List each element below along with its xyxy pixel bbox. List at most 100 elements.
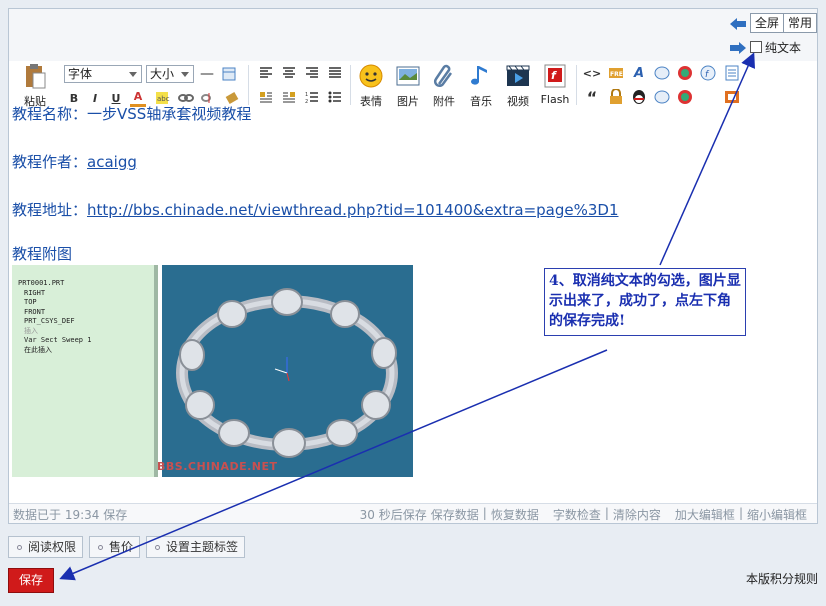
attachment-label: 附件 [433, 95, 455, 108]
code-icon[interactable]: <> [583, 65, 601, 81]
svg-text:abc: abc [157, 95, 170, 103]
attachment-icon[interactable] [431, 63, 457, 89]
font-style-icon[interactable]: A [630, 65, 648, 81]
editor-toolbar: 粘贴 字体 大小 — B I U A abc 12 表情 图片 附件 音乐 视频 [9, 61, 817, 109]
tutorial-url-label: 教程地址： [12, 201, 88, 219]
custom-tag-icon-1[interactable] [653, 65, 671, 81]
font-select-value: 字体 [68, 67, 93, 81]
instruction-callout: 4、取消纯文本的勾选，图片显示出来了，成功了，点左下角的保存完成! [544, 268, 746, 336]
template-icon[interactable] [723, 89, 741, 105]
model-tree-item: FRONT [24, 308, 46, 316]
svg-text:2: 2 [305, 99, 308, 103]
font-family-select[interactable]: 字体 [64, 65, 142, 83]
plain-text-checkbox[interactable] [750, 41, 762, 53]
chevron-down-icon [129, 72, 137, 77]
flash-label: Flash [540, 93, 570, 106]
tutorial-image-heading: 教程附图 [12, 245, 73, 263]
attached-image[interactable]: PRT0001.PRT RIGHT TOP FRONT PRT_CSYS_DEF… [12, 265, 413, 477]
toolbar-divider [248, 65, 249, 105]
bearing-cage-render [176, 288, 398, 458]
model-viewport: BBS.CHINADE.NET [157, 265, 413, 477]
save-data-link[interactable]: 保存数据 [431, 506, 479, 523]
music-icon[interactable] [468, 63, 494, 89]
align-center-icon[interactable] [281, 65, 297, 81]
flash-mini-icon[interactable]: f [699, 65, 717, 81]
topic-tags-label: 设置主题标签 [166, 540, 239, 554]
svg-text:FREE: FREE [610, 71, 624, 78]
horizontal-rule-icon[interactable]: — [200, 65, 214, 83]
table-icon[interactable] [221, 65, 237, 83]
emotion-label: 表情 [360, 95, 382, 108]
tutorial-author-link[interactable]: acaigg [87, 153, 137, 171]
chevron-down-icon [181, 72, 189, 77]
plain-text-toggle[interactable]: 纯文本 [750, 39, 801, 55]
model-tree-item: PRT_CSYS_DEF [24, 317, 75, 325]
video-icon[interactable] [505, 63, 531, 89]
tutorial-author-line: 教程作者：acaigg [12, 151, 137, 172]
read-permission-label: 阅读权限 [28, 540, 77, 554]
tutorial-name-value: 一步VSS轴承套视频教程 [87, 105, 252, 123]
document-icon[interactable] [723, 65, 741, 81]
read-permission-button[interactable]: 阅读权限 [8, 536, 84, 558]
model-tree-item: TOP [24, 298, 37, 306]
enlarge-editor-link[interactable]: 加大编辑框 [675, 506, 735, 523]
unordered-list-icon[interactable] [327, 89, 343, 105]
restore-data-link[interactable]: 恢复数据 [491, 506, 539, 523]
undo-arrow-icon[interactable] [729, 17, 747, 31]
bullet-icon [17, 545, 22, 550]
forum-rules-link[interactable]: 本版积分规则 [746, 570, 818, 587]
tutorial-name-label: 教程名称： [12, 105, 88, 123]
bullet-icon [98, 545, 103, 550]
tutorial-author-label: 教程作者： [12, 153, 88, 171]
editor-actions: 30 秒后保存 保存数据 | 恢复数据 字数检查 | 清除内容 加大编辑框 | … [360, 506, 807, 523]
size-select-value: 大小 [150, 67, 175, 81]
model-tree-panel: PRT0001.PRT RIGHT TOP FRONT PRT_CSYS_DEF… [12, 265, 158, 477]
ordered-list-icon[interactable]: 12 [304, 89, 320, 105]
music-label: 音乐 [470, 95, 492, 108]
align-left-icon[interactable] [258, 65, 274, 81]
align-right-icon[interactable] [304, 65, 320, 81]
svg-text:1: 1 [305, 92, 308, 98]
fullscreen-button[interactable]: 全屏 [750, 13, 785, 33]
autosave-countdown: 30 秒后保存 [359, 508, 427, 522]
model-tree-item: RIGHT [24, 289, 46, 297]
float-left-icon[interactable] [258, 89, 274, 105]
divider: | [738, 506, 743, 520]
flash-icon[interactable]: f [542, 63, 568, 89]
align-justify-icon[interactable] [327, 65, 343, 81]
font-size-select[interactable]: 大小 [146, 65, 194, 83]
redo-arrow-icon[interactable] [729, 41, 747, 55]
price-button[interactable]: 售价 [89, 536, 141, 558]
emotion-icon[interactable] [358, 63, 384, 89]
topic-tags-button[interactable]: 设置主题标签 [146, 536, 246, 558]
bullet-icon [155, 545, 160, 550]
quote-icon[interactable]: “ [583, 88, 601, 107]
plain-text-label: 纯文本 [765, 40, 802, 55]
editor-frame: 全屏 常用 纯文本 粘贴 字体 大小 — B I U A abc 1 2 表情 … [8, 8, 818, 524]
divider: | [482, 506, 487, 520]
word-count-link[interactable]: 字数检查 [553, 506, 601, 523]
common-button[interactable]: 常用 [783, 13, 817, 33]
toolbar-divider [350, 65, 351, 105]
free-icon[interactable]: FREE [607, 65, 625, 81]
media-icon[interactable] [676, 65, 694, 81]
paste-icon[interactable] [23, 63, 47, 89]
tutorial-url-line: 教程地址：http://bbs.chinade.net/viewthread.p… [12, 199, 619, 220]
float-right-icon[interactable] [281, 89, 297, 105]
image-watermark: BBS.CHINADE.NET [157, 460, 278, 473]
tutorial-url-link[interactable]: http://bbs.chinade.net/viewthread.php?ti… [87, 201, 618, 219]
video-label: 视频 [507, 95, 529, 108]
shrink-editor-link[interactable]: 缩小编辑框 [747, 506, 807, 523]
clear-content-link[interactable]: 清除内容 [613, 506, 661, 523]
image-label: 图片 [397, 95, 419, 108]
price-label: 售价 [109, 540, 134, 554]
media-icon-2[interactable] [676, 89, 694, 105]
lock-icon[interactable] [607, 89, 625, 105]
model-tree-item: 在此插入 [24, 346, 52, 354]
custom-tag-icon-2[interactable] [653, 89, 671, 105]
model-tree-item: Var Sect Sweep 1 [24, 336, 92, 344]
qq-icon[interactable] [630, 89, 648, 105]
autosave-status: 数据已于 19:34 保存 [13, 508, 128, 522]
save-button[interactable]: 保存 [8, 568, 54, 593]
image-icon[interactable] [395, 63, 421, 89]
